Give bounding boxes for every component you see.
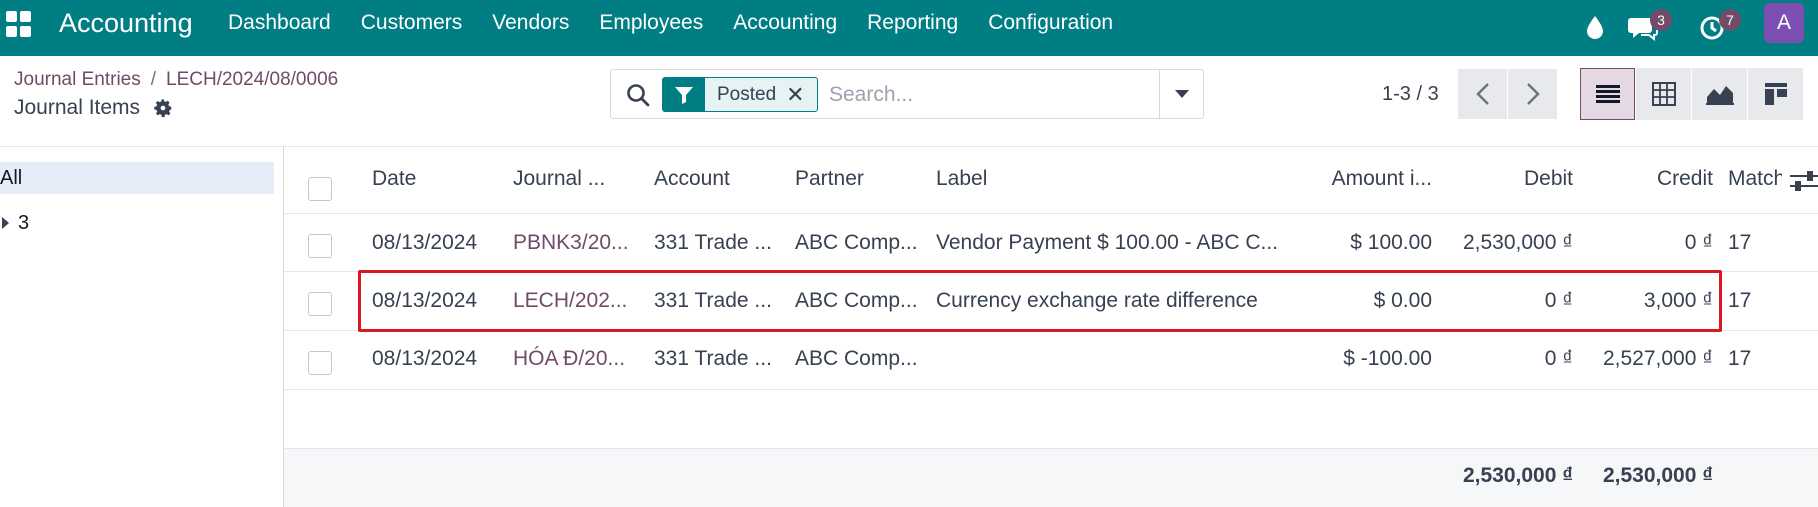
row-checkbox[interactable] bbox=[308, 351, 332, 375]
search-bar: Posted ✕ bbox=[610, 69, 1204, 119]
column-header-partner[interactable]: Partner bbox=[795, 166, 920, 192]
search-options-toggle[interactable] bbox=[1159, 70, 1204, 118]
filter-icon bbox=[663, 78, 705, 111]
menu-customers[interactable]: Customers bbox=[361, 11, 463, 35]
pivot-view-icon bbox=[1651, 82, 1676, 106]
cell-journal[interactable]: PBNK3/20... bbox=[513, 230, 643, 256]
column-header-matching[interactable]: Match bbox=[1728, 166, 1782, 192]
total-credit: 2,530,000 ₫ bbox=[1602, 464, 1713, 487]
cell-debit[interactable]: 0 ₫ bbox=[1440, 346, 1573, 372]
column-header-debit[interactable]: Debit bbox=[1460, 166, 1573, 192]
column-header-credit[interactable]: Credit bbox=[1600, 166, 1713, 192]
main-menu: Dashboard Customers Vendors Employees Ac… bbox=[228, 11, 1143, 35]
chevron-right-icon bbox=[1526, 83, 1540, 105]
cell-amount[interactable]: $ 100.00 bbox=[1300, 230, 1432, 256]
droplet-icon[interactable] bbox=[1584, 0, 1606, 56]
menu-configuration[interactable]: Configuration bbox=[988, 11, 1113, 35]
cell-account[interactable]: 331 Trade ... bbox=[654, 346, 784, 372]
control-panel-divider bbox=[0, 146, 1818, 147]
cell-account[interactable]: 331 Trade ... bbox=[654, 230, 784, 256]
header-divider bbox=[284, 213, 1818, 214]
menu-accounting[interactable]: Accounting bbox=[733, 11, 837, 35]
cell-date[interactable]: 08/13/2024 bbox=[372, 230, 502, 256]
facet-label: Posted bbox=[717, 83, 777, 105]
chevron-left-icon bbox=[1475, 83, 1489, 105]
column-settings-icon[interactable] bbox=[1790, 170, 1818, 192]
page-title-text: Journal Items bbox=[14, 96, 141, 119]
search-facet-posted: Posted ✕ bbox=[662, 77, 818, 112]
caret-right-icon bbox=[2, 217, 9, 229]
pager-next-button[interactable] bbox=[1508, 69, 1557, 119]
cell-matching[interactable]: 17 bbox=[1728, 346, 1782, 372]
cell-date[interactable]: 08/13/2024 bbox=[372, 346, 502, 372]
menu-dashboard[interactable]: Dashboard bbox=[228, 11, 331, 35]
breadcrumb-parent[interactable]: Journal Entries bbox=[14, 69, 141, 90]
breadcrumb-current[interactable]: LECH/2024/08/0006 bbox=[166, 69, 338, 90]
column-header-date[interactable]: Date bbox=[372, 166, 492, 192]
cell-credit[interactable]: 2,527,000 ₫ bbox=[1580, 346, 1713, 372]
cell-matching[interactable]: 17 bbox=[1728, 288, 1782, 314]
breadcrumb-separator: / bbox=[150, 69, 157, 90]
top-navbar: Accounting Dashboard Customers Vendors E… bbox=[0, 0, 1818, 56]
pager-value[interactable]: 1-3 / 3 bbox=[1382, 82, 1439, 106]
column-header-journal[interactable]: Journal ... bbox=[513, 166, 638, 192]
activities-badge: 7 bbox=[1719, 9, 1741, 31]
cell-partner[interactable]: ABC Comp... bbox=[795, 346, 925, 372]
kanban-view-icon bbox=[1764, 83, 1787, 105]
column-header-label[interactable]: Label bbox=[936, 166, 1136, 192]
messages-menu[interactable]: 3 bbox=[1628, 0, 1672, 56]
row-checkbox[interactable] bbox=[308, 234, 332, 258]
caret-down-icon bbox=[1175, 90, 1189, 98]
column-header-amount[interactable]: Amount i... bbox=[1300, 166, 1432, 192]
menu-reporting[interactable]: Reporting bbox=[867, 11, 958, 35]
page-title: Journal Items bbox=[14, 95, 174, 121]
cell-credit[interactable]: 0 ₫ bbox=[1580, 230, 1713, 256]
row-checkbox[interactable] bbox=[308, 292, 332, 316]
messages-badge: 3 bbox=[1650, 9, 1672, 31]
graph-view-button[interactable] bbox=[1692, 68, 1747, 120]
pivot-view-button[interactable] bbox=[1636, 68, 1691, 120]
side-panel-group[interactable]: 3 bbox=[2, 210, 29, 236]
search-input[interactable] bbox=[829, 80, 1159, 110]
menu-vendors[interactable]: Vendors bbox=[492, 11, 569, 35]
kanban-view-button[interactable] bbox=[1748, 68, 1803, 120]
apps-grid-icon[interactable] bbox=[6, 11, 32, 37]
graph-view-icon bbox=[1705, 86, 1734, 105]
user-avatar[interactable]: A bbox=[1764, 3, 1804, 43]
cell-amount[interactable]: $ -100.00 bbox=[1300, 346, 1432, 372]
search-icon[interactable] bbox=[625, 82, 651, 108]
cell-partner[interactable]: ABC Comp... bbox=[795, 230, 925, 256]
menu-employees[interactable]: Employees bbox=[599, 11, 703, 35]
highlighted-row-outline bbox=[358, 270, 1722, 332]
side-panel-all[interactable]: All bbox=[0, 162, 274, 194]
select-all-checkbox[interactable] bbox=[308, 177, 332, 201]
cell-label[interactable]: Vendor Payment $ 100.00 - ABC C... bbox=[936, 230, 1326, 256]
column-header-account[interactable]: Account bbox=[654, 166, 779, 192]
close-icon[interactable]: ✕ bbox=[786, 83, 816, 105]
row-divider bbox=[284, 389, 1818, 390]
app-brand[interactable]: Accounting bbox=[59, 8, 193, 38]
cell-debit[interactable]: 2,530,000 ₫ bbox=[1440, 230, 1573, 256]
activities-menu[interactable]: 7 bbox=[1699, 0, 1741, 56]
gear-icon[interactable] bbox=[152, 97, 174, 119]
side-panel-group-label: 3 bbox=[18, 212, 30, 234]
total-debit: 2,530,000 ₫ bbox=[1462, 464, 1573, 487]
breadcrumb: Journal Entries / LECH/2024/08/0006 bbox=[14, 68, 338, 92]
cell-matching[interactable]: 17 bbox=[1728, 230, 1782, 256]
cell-journal[interactable]: HÓA Đ/20... bbox=[513, 346, 643, 372]
pager-previous-button[interactable] bbox=[1458, 69, 1507, 119]
list-view-button[interactable] bbox=[1580, 68, 1635, 120]
list-view-icon bbox=[1595, 85, 1620, 103]
